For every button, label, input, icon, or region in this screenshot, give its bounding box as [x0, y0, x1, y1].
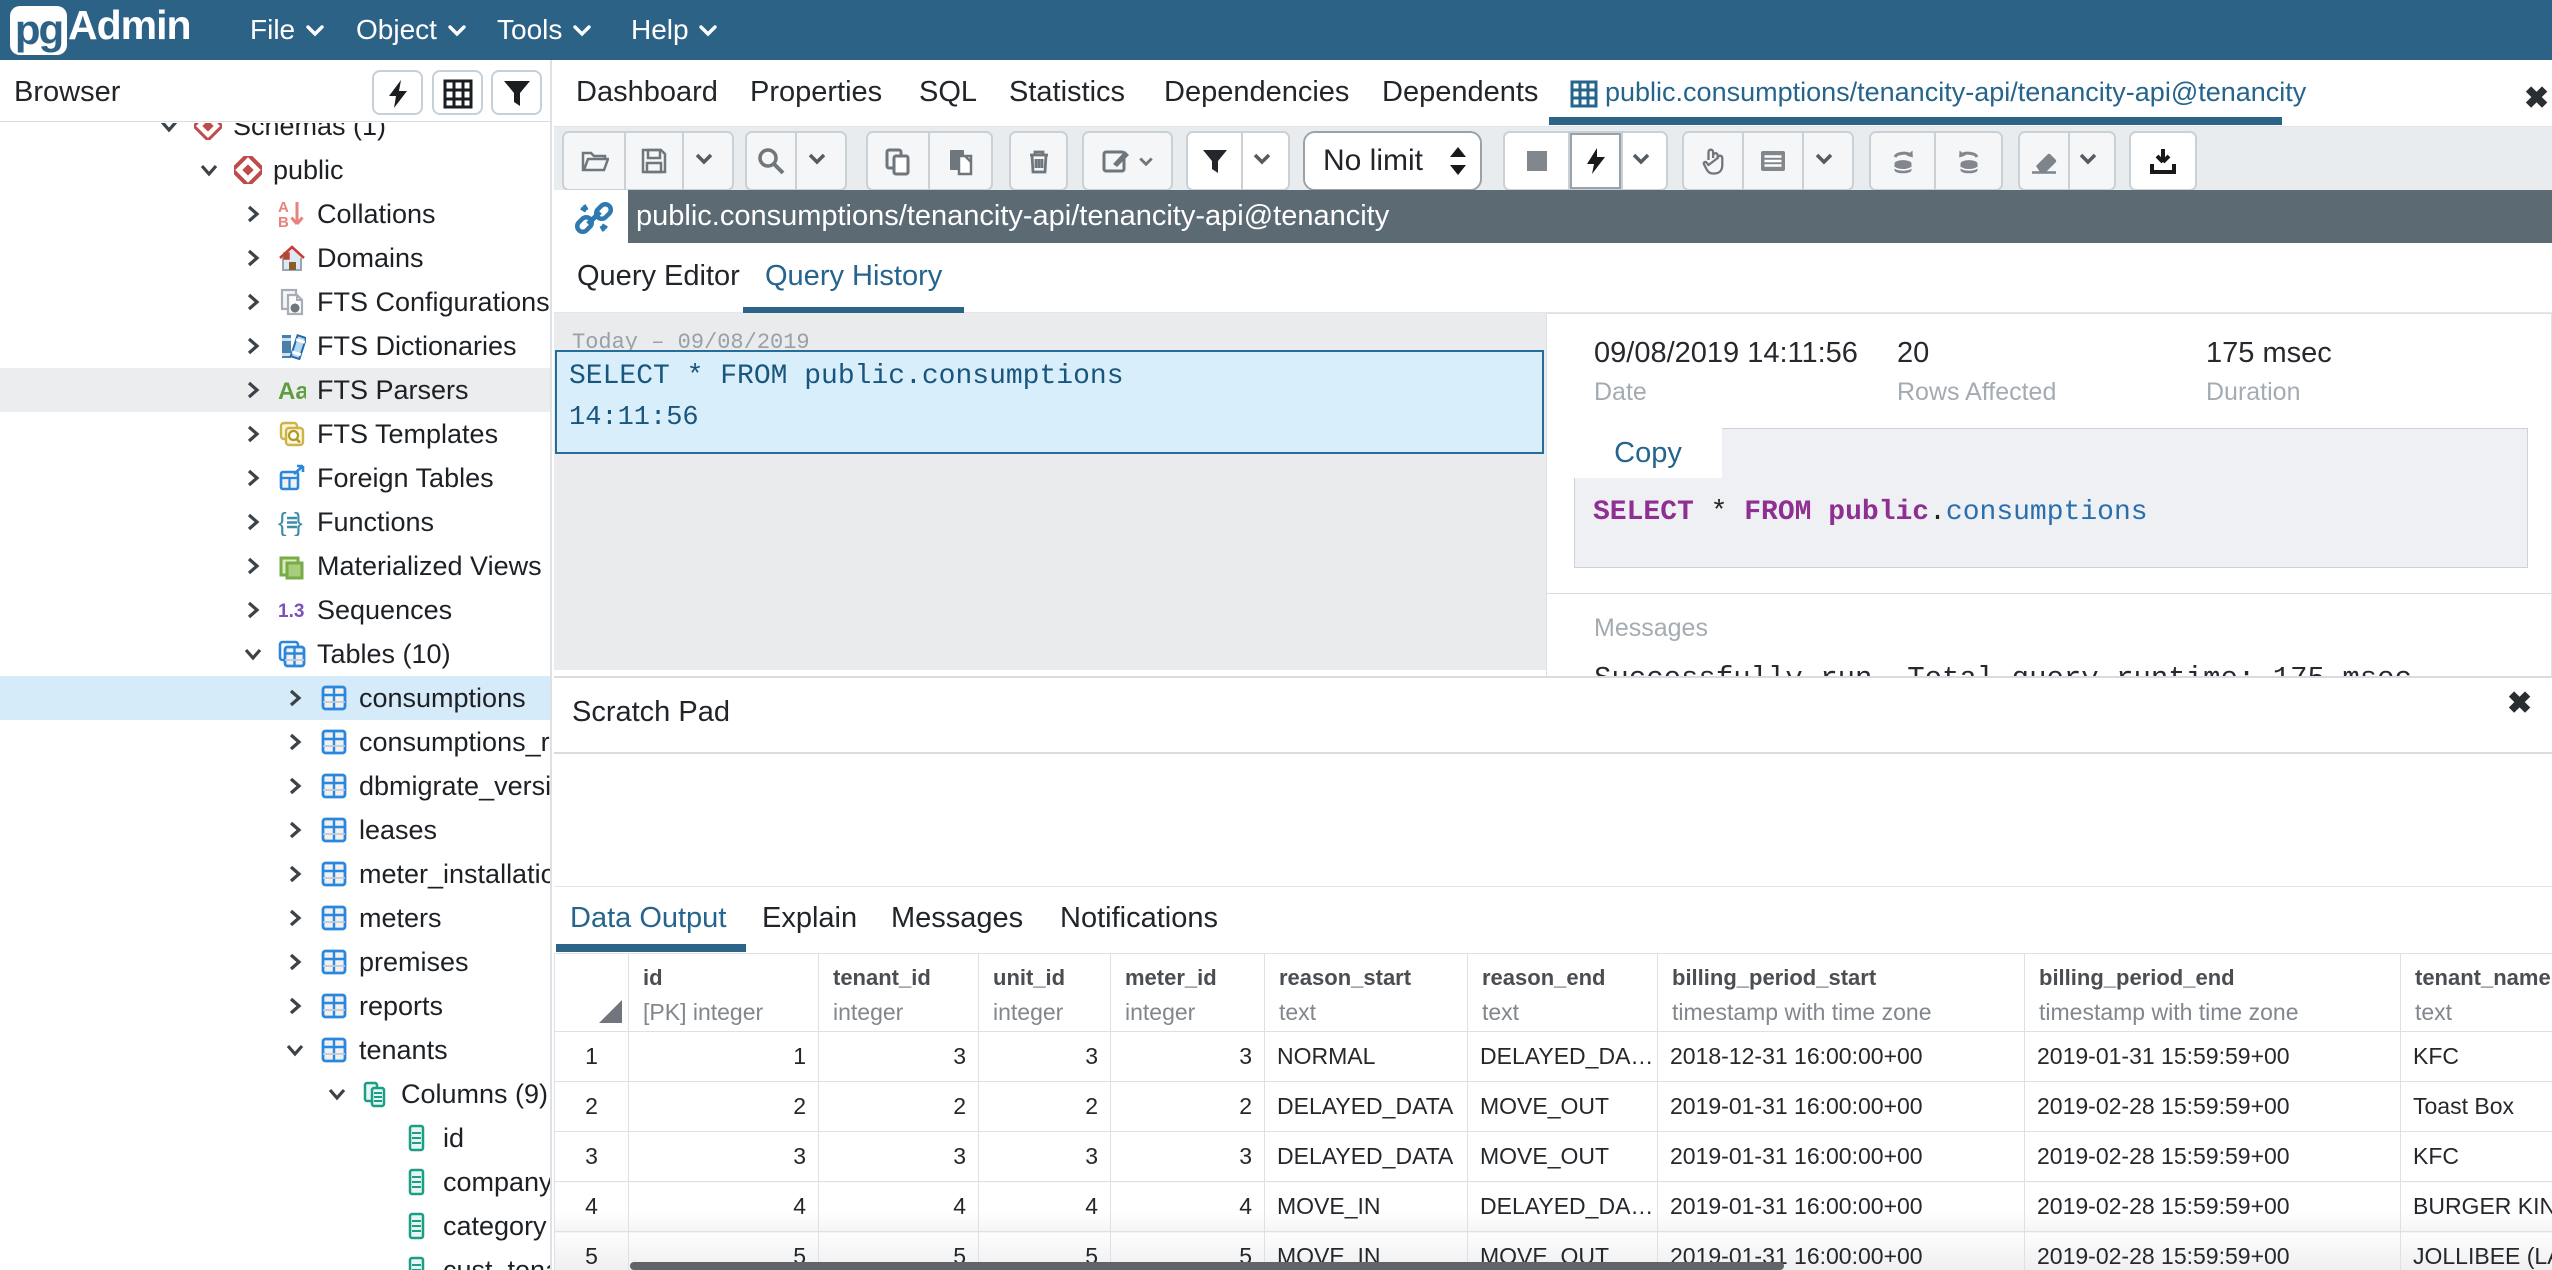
svg-text:1.3: 1.3	[278, 601, 304, 622]
svg-text:{: {	[278, 508, 287, 536]
svg-text:Aa: Aa	[278, 378, 306, 404]
svg-text:B: B	[278, 214, 289, 228]
